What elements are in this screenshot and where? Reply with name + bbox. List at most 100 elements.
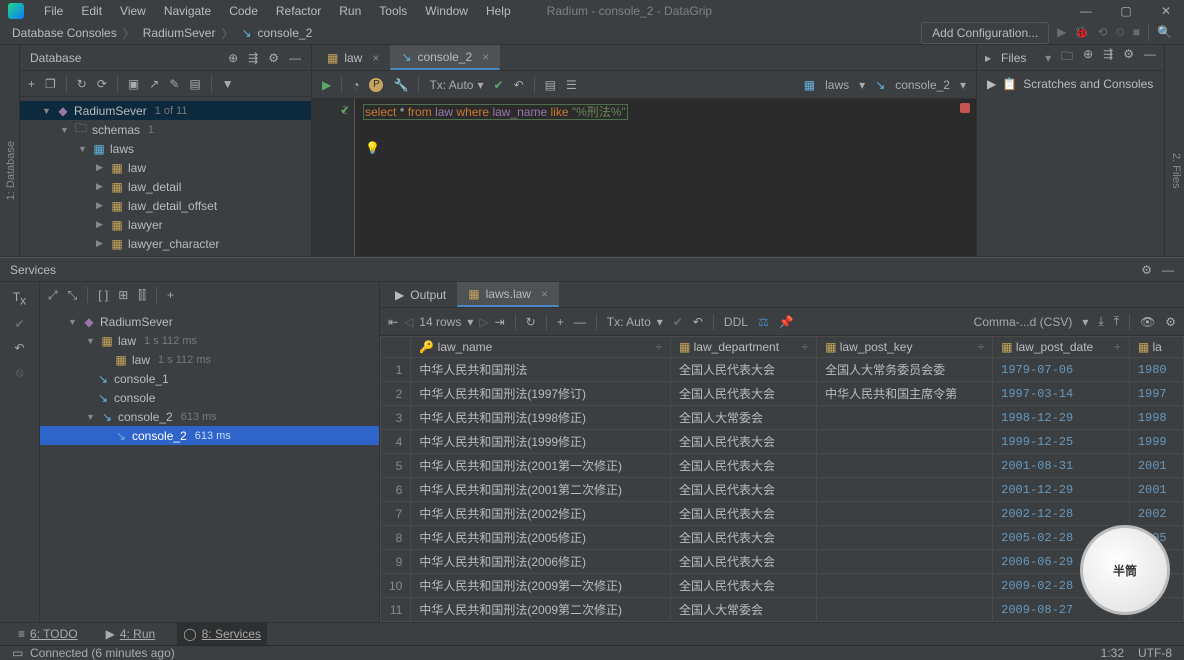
encoding[interactable]: UTF-8 — [1138, 646, 1172, 660]
gear-icon[interactable]: ⚙ — [1123, 47, 1134, 68]
schema-selector[interactable]: laws — [825, 78, 849, 92]
close-tab-icon[interactable]: × — [482, 50, 489, 64]
execute-icon[interactable]: ▶ — [322, 78, 331, 92]
editor-tab-law[interactable]: ▦law× — [316, 45, 390, 70]
table-row[interactable]: 5中华人民共和国刑法(2001第一次修正)全国人民代表大会2001-08-312… — [381, 454, 1184, 478]
menu-run[interactable]: Run — [331, 0, 369, 22]
export-format-selector[interactable]: Comma-...d (CSV) — [974, 315, 1073, 329]
rollback2-icon[interactable]: ↶ — [693, 315, 703, 329]
debug-icon[interactable]: 🐞 — [1074, 25, 1089, 41]
tree-table[interactable]: lawyer — [128, 218, 163, 232]
tree-schemas[interactable]: schemas — [92, 123, 140, 137]
tree-table[interactable]: law_detail — [128, 180, 181, 194]
rows-count[interactable]: 14 rows — [419, 315, 461, 329]
table-row[interactable]: 6中华人民共和国刑法(2001第二次修正)全国人民代表大会2001-12-292… — [381, 478, 1184, 502]
refresh-icon[interactable]: ↻ — [77, 77, 87, 91]
hide2-icon[interactable]: — — [1144, 47, 1156, 68]
svc-tree-console2[interactable]: console_2 — [118, 410, 173, 424]
menu-file[interactable]: File — [36, 0, 71, 22]
group-icon[interactable]: [ ] — [98, 288, 108, 302]
pin-icon[interactable]: 📌 — [779, 315, 794, 329]
table-row[interactable]: 3中华人民共和国刑法(1998修正)全国人大常委会1998-12-291998 — [381, 406, 1184, 430]
edit-icon[interactable]: ✎ — [169, 77, 179, 91]
menu-help[interactable]: Help — [478, 0, 519, 22]
hide-icon[interactable]: — — [289, 51, 301, 65]
menu-refactor[interactable]: Refactor — [268, 0, 329, 22]
next-page-icon[interactable]: ▷ — [479, 315, 488, 329]
close-tab-icon[interactable]: × — [372, 51, 379, 65]
output-icon[interactable]: ▤ — [545, 78, 556, 92]
collapse-icon[interactable]: ⤡ — [68, 288, 78, 303]
commit2-icon[interactable]: ✔ — [673, 315, 683, 329]
jump-icon[interactable]: ↗ — [149, 77, 159, 91]
table-row[interactable]: 1中华人民共和国刑法全国人民代表大会全国人大常务委员会委1979-07-0619… — [381, 358, 1184, 382]
database-tree[interactable]: ▼◆RadiumSever1 of 11 ▼🗀schemas1 ▼▦laws ▶… — [20, 97, 311, 256]
crumb-1[interactable]: RadiumSever — [143, 26, 216, 40]
svc-tree-datasource[interactable]: RadiumSever — [100, 315, 173, 329]
tx-mode-selector[interactable]: Tx: Auto▾ — [429, 78, 483, 92]
search-icon[interactable]: 🔍 — [1157, 25, 1172, 41]
console-icon[interactable]: ▤ — [189, 77, 200, 91]
tree-table[interactable]: lawyer_court — [128, 256, 196, 257]
tree-table[interactable]: lawyer_character — [128, 237, 219, 251]
database-tool-tab[interactable]: 1: Database — [3, 135, 19, 206]
open-icon[interactable]: 🗀 — [1061, 47, 1073, 68]
tree-schema-laws[interactable]: laws — [110, 142, 134, 156]
menu-view[interactable]: View — [112, 0, 154, 22]
run-icon[interactable]: ▶ — [1057, 25, 1066, 41]
target-icon[interactable]: ⊕ — [228, 51, 238, 65]
tx-mode-selector[interactable]: Tx: Auto▾ — [607, 315, 663, 329]
code-editor[interactable]: 1✔ select * from law where law_name like… — [312, 99, 976, 256]
stop-icon[interactable]: ■ — [1133, 25, 1140, 41]
crumb-0[interactable]: Database Consoles — [12, 26, 117, 40]
menu-navigate[interactable]: Navigate — [156, 0, 219, 22]
rollback-icon[interactable]: ↶ — [514, 78, 524, 92]
prev-page-icon[interactable]: ◁ — [404, 315, 413, 329]
first-page-icon[interactable]: ⇤ — [388, 315, 398, 329]
filter2-icon[interactable]: ⫿⫿ — [138, 288, 146, 303]
table-row[interactable]: 9中华人民共和国刑法(2006修正)全国人民代表大会2006-06-29 — [381, 550, 1184, 574]
table-row[interactable]: 4中华人民共和国刑法(1999修正)全国人民代表大会1999-12-251999 — [381, 430, 1184, 454]
collapse-icon[interactable]: ⇶ — [1103, 47, 1113, 68]
coverage-icon[interactable]: ⟲ — [1097, 25, 1107, 41]
run-config-selector[interactable]: Add Configuration... — [921, 22, 1049, 44]
maximize-icon[interactable]: ▢ — [1116, 4, 1136, 18]
filter-icon[interactable]: ⇶ — [248, 51, 258, 65]
tree-table[interactable]: law_detail_offset — [128, 199, 217, 213]
close-icon[interactable]: ✕ — [1156, 4, 1176, 18]
result-grid[interactable]: 🔑 law_name÷ ▦ law_department÷ ▦ law_post… — [380, 336, 1184, 622]
session-selector[interactable]: console_2 — [895, 78, 950, 92]
target2-icon[interactable]: ⊕ — [1083, 47, 1093, 68]
ddl-button[interactable]: DDL — [724, 315, 748, 329]
upload-icon[interactable]: ⤒ — [1114, 314, 1119, 329]
table-row[interactable]: 10中华人民共和国刑法(2009第一次修正)全国人民代表大会2009-02-28 — [381, 574, 1184, 598]
tree-datasource[interactable]: RadiumSever — [74, 104, 147, 118]
gear2-icon[interactable]: ⚙ — [1165, 315, 1176, 329]
menu-edit[interactable]: Edit — [73, 0, 110, 22]
expand-icon[interactable]: ⤢ — [48, 288, 58, 303]
profile-icon[interactable]: ⏲ — [1115, 25, 1124, 41]
add-icon[interactable]: + — [28, 77, 35, 91]
add-icon[interactable]: + — [167, 288, 174, 302]
menu-tools[interactable]: Tools — [371, 0, 415, 22]
settings2-icon[interactable]: ☰ — [566, 78, 577, 92]
output-tab[interactable]: ▶Output — [384, 282, 457, 307]
event-log-icon[interactable]: ▭ — [12, 646, 23, 660]
settings-icon[interactable]: ⚙ — [268, 51, 279, 65]
tx-icon[interactable]: Tx — [13, 290, 26, 307]
last-page-icon[interactable]: ⇥ — [495, 315, 505, 329]
run-tool[interactable]: ▶4: Run — [100, 623, 162, 645]
explain-plan-icon[interactable]: P — [369, 78, 383, 92]
tree-table[interactable]: law — [128, 161, 146, 175]
editor-tab-console2[interactable]: ↘console_2× — [390, 45, 500, 70]
cancel-icon[interactable]: ⦸ — [16, 365, 24, 380]
layout-icon[interactable]: ⊞ — [118, 288, 128, 302]
files-tool-tab[interactable]: 2. Files — [1168, 147, 1184, 194]
duplicate-icon[interactable]: ❐ — [45, 77, 56, 91]
result-tab[interactable]: ▦laws.law× — [457, 282, 559, 307]
menu-window[interactable]: Window — [417, 0, 476, 22]
commit-icon[interactable]: ✔ — [494, 78, 504, 92]
wrench-icon[interactable]: 🔧 — [393, 78, 408, 92]
commit-icon[interactable]: ✔ — [14, 317, 24, 331]
view-icon[interactable]: 👁 — [1140, 315, 1155, 329]
